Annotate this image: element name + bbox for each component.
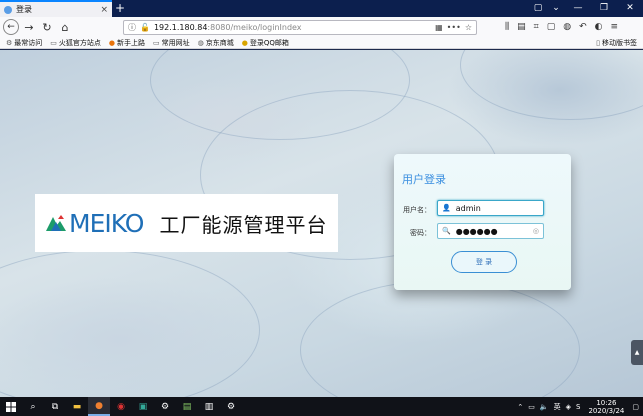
address-bar[interactable]: ⓘ 🔓 192.1.180.84 :8080/meiko/loginIndex … bbox=[123, 19, 477, 35]
tab-title: 登录 bbox=[16, 5, 32, 14]
chat-icon[interactable]: ◍ bbox=[563, 22, 571, 32]
taskbar: ⌕ ⧉ ▬ ● ◉ ▣ ⚙ ▤ ▥ ⚙ ⌃ ▭ 🔈 英 ◈ S 10:26 20… bbox=[0, 397, 643, 416]
url-path: :8080/meiko/loginIndex bbox=[207, 22, 302, 32]
settings-icon[interactable]: ⚙ bbox=[154, 397, 176, 416]
app-icon[interactable]: ▤ bbox=[176, 397, 198, 416]
password-value: ●●●●●● bbox=[455, 226, 498, 236]
clock[interactable]: 10:26 2020/3/24 bbox=[588, 399, 624, 415]
platform-title: 工厂能源管理平台 bbox=[159, 212, 328, 237]
username-field[interactable]: 👤 admin bbox=[437, 200, 544, 216]
settings-icon[interactable]: ⚙ bbox=[220, 397, 242, 416]
tab-bar-spacer bbox=[128, 0, 529, 17]
start-button[interactable] bbox=[0, 397, 22, 416]
bookmark-star-icon[interactable]: ☆ bbox=[465, 23, 472, 32]
info-icon[interactable]: ⓘ bbox=[128, 22, 136, 33]
close-window-button[interactable]: ✕ bbox=[617, 0, 643, 17]
navigation-bar: ← → ↻ ⌂ ⓘ 🔓 192.1.180.84 :8080/meiko/log… bbox=[0, 17, 643, 37]
page-actions-icon[interactable]: ••• bbox=[447, 23, 461, 32]
new-tab-button[interactable]: + bbox=[112, 0, 128, 17]
clock-time: 10:26 bbox=[596, 398, 617, 407]
firefox-taskbar-icon[interactable]: ● bbox=[88, 397, 110, 416]
key-icon: 🔍 bbox=[442, 227, 451, 235]
bookmark-jd[interactable]: ◍ 京东商城 bbox=[198, 38, 234, 48]
folder-icon: ▭ bbox=[153, 38, 160, 47]
maximize-button[interactable]: ❐ bbox=[591, 0, 617, 17]
undo-icon[interactable]: ↶ bbox=[579, 22, 587, 32]
password-label: 密码： bbox=[410, 229, 431, 237]
minimize-button[interactable]: — bbox=[565, 0, 591, 17]
folder-icon: ▭ bbox=[50, 38, 57, 47]
app-icon[interactable]: ◉ bbox=[110, 397, 132, 416]
bookmark-most-visited[interactable]: ⚙ 最常访问 bbox=[6, 38, 42, 48]
volume-icon[interactable]: 🔈 bbox=[540, 403, 549, 411]
insecure-lock-icon[interactable]: 🔓 bbox=[140, 23, 150, 32]
container-icon[interactable]: ▢ bbox=[547, 22, 556, 32]
search-icon[interactable]: ⌕ bbox=[22, 397, 44, 416]
network-icon[interactable]: ▭ bbox=[528, 403, 535, 411]
chevron-down-icon[interactable]: ⌄ bbox=[547, 0, 565, 17]
back-icon[interactable]: ← bbox=[3, 19, 19, 35]
extension-icon[interactable]: ◐ bbox=[595, 22, 603, 32]
login-card: 用户登录 用户名： 👤 admin 密码： 🔍 ●●●●●● ◎ 登 录 bbox=[394, 154, 571, 290]
map-contour bbox=[0, 250, 260, 397]
password-field[interactable]: 🔍 ●●●●●● ◎ bbox=[437, 223, 544, 239]
username-label: 用户名： bbox=[403, 206, 431, 214]
bookmarks-bar: ⚙ 最常访问 ▭ 火狐官方站点 ● 新手上路 ▭ 常用网址 ◍ 京东商城 ● 登… bbox=[0, 37, 643, 49]
ime-indicator[interactable]: 英 bbox=[554, 402, 561, 412]
system-tray: ⌃ ▭ 🔈 英 ◈ S 10:26 2020/3/24 ▢ bbox=[517, 399, 643, 415]
reveal-password-icon[interactable]: ◎ bbox=[533, 227, 539, 235]
page-favicon-icon bbox=[4, 5, 12, 14]
bookmark-firefox-official[interactable]: ▭ 火狐官方站点 bbox=[50, 38, 101, 48]
bookmark-getting-started[interactable]: ● 新手上路 bbox=[109, 38, 145, 48]
globe-icon: ◍ bbox=[197, 38, 204, 47]
logo-text: MEIKO bbox=[69, 208, 144, 238]
qq-icon: ● bbox=[241, 38, 248, 47]
app-icon[interactable]: ▥ bbox=[198, 397, 220, 416]
side-panel-tab[interactable]: ▲ bbox=[631, 340, 643, 365]
app-icon[interactable]: ▣ bbox=[132, 397, 154, 416]
qr-code-icon[interactable]: ▦ bbox=[435, 23, 443, 32]
meiko-logo-icon bbox=[45, 213, 67, 233]
toolbar-icons: ⫼ ▤ ⌗ ▢ ◍ ↶ ◐ ≡ bbox=[505, 22, 618, 32]
username-value: admin bbox=[455, 203, 481, 213]
library-icon[interactable]: ⫼ bbox=[505, 22, 509, 32]
app-tray-icon[interactable]: ◈ bbox=[566, 403, 571, 411]
app-tray-icon[interactable]: S bbox=[576, 403, 580, 411]
clock-date: 2020/3/24 bbox=[588, 406, 625, 415]
menu-icon[interactable]: ≡ bbox=[611, 22, 619, 32]
mobile-icon: ▯ bbox=[596, 38, 600, 47]
bookmark-mobile[interactable]: ▯ 移动版书签 bbox=[596, 38, 637, 48]
bookmark-qq-mail[interactable]: ● 登录QQ邮箱 bbox=[242, 38, 289, 48]
screenshot-icon[interactable]: ⌗ bbox=[534, 22, 539, 32]
user-icon: 👤 bbox=[442, 204, 451, 212]
notifications-icon[interactable]: ▢ bbox=[632, 403, 639, 411]
close-tab-icon[interactable]: × bbox=[100, 5, 108, 15]
login-page: MEIKO 工厂能源管理平台 用户登录 用户名： 👤 admin 密码： 🔍 ●… bbox=[0, 50, 643, 397]
firefox-icon: ● bbox=[108, 38, 116, 47]
sidebar-icon[interactable]: ▤ bbox=[517, 22, 526, 32]
gear-icon: ⚙ bbox=[6, 38, 13, 47]
reload-icon[interactable]: ↻ bbox=[39, 19, 55, 35]
task-view-icon[interactable]: ⧉ bbox=[44, 397, 66, 416]
forward-icon[interactable]: → bbox=[21, 19, 37, 35]
login-title: 用户登录 bbox=[402, 173, 446, 186]
map-contour bbox=[300, 280, 580, 397]
tab-list-icon[interactable]: ▢ bbox=[529, 0, 547, 17]
bookmark-common-sites[interactable]: ▭ 常用网址 bbox=[153, 38, 190, 48]
file-explorer-icon[interactable]: ▬ bbox=[66, 397, 88, 416]
map-contour bbox=[460, 50, 643, 120]
login-button[interactable]: 登 录 bbox=[451, 251, 517, 273]
brand-banner: MEIKO 工厂能源管理平台 bbox=[35, 194, 338, 252]
home-icon[interactable]: ⌂ bbox=[57, 19, 73, 35]
url-host: 192.1.180.84 bbox=[153, 22, 208, 32]
chevron-up-icon[interactable]: ⌃ bbox=[517, 403, 523, 411]
tab-login[interactable]: 登录 × bbox=[0, 0, 112, 17]
tab-bar: 登录 × + ▢ ⌄ — ❐ ✕ bbox=[0, 0, 643, 17]
